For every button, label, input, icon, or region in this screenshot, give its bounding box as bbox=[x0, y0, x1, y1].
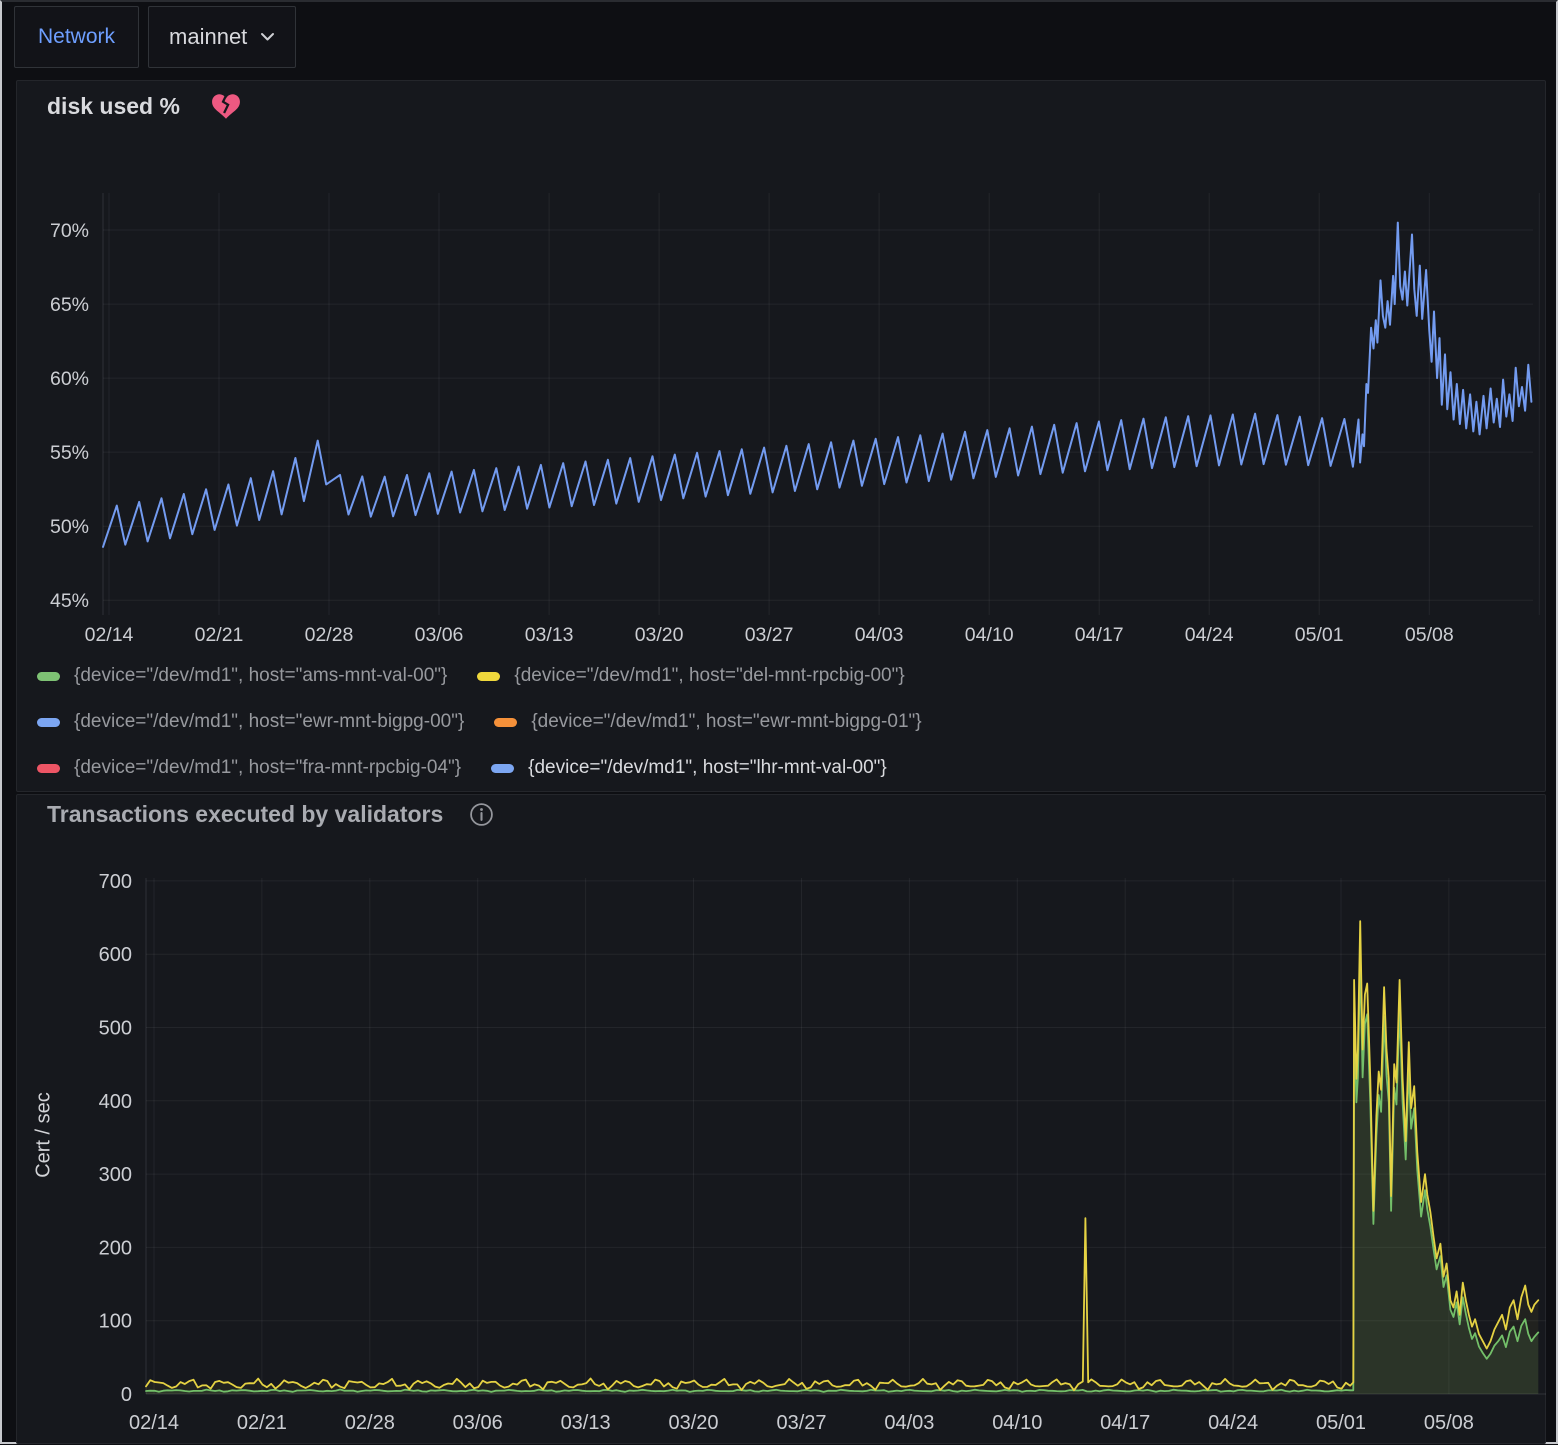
broken-heart-icon[interactable] bbox=[212, 93, 240, 120]
svg-text:03/06: 03/06 bbox=[453, 1412, 503, 1434]
legend-row: {device="/dev/md1", host="ams-mnt-val-00… bbox=[37, 653, 1535, 699]
disk-panel-header: disk used % bbox=[47, 93, 240, 120]
legend-item[interactable]: {device="/dev/md1", host="ewr-mnt-bigpg-… bbox=[37, 711, 464, 733]
network-variable-value-text: mainnet bbox=[169, 24, 247, 50]
tx-series-line-yellow bbox=[146, 921, 1538, 1390]
svg-text:04/24: 04/24 bbox=[1185, 624, 1234, 646]
tx-panel-title[interactable]: Transactions executed by validators bbox=[47, 801, 443, 828]
transactions-chart[interactable]: 0 100 200 300 400 500 600 700 02/14 02/21 02/28 03/… bbox=[17, 795, 1547, 1445]
network-variable-label-text: Network bbox=[38, 25, 115, 49]
legend-series-swatch[interactable] bbox=[477, 672, 500, 681]
network-variable-dropdown[interactable]: mainnet bbox=[148, 6, 296, 68]
svg-text:03/20: 03/20 bbox=[635, 624, 684, 646]
network-variable-label[interactable]: Network bbox=[14, 6, 139, 68]
svg-text:02/21: 02/21 bbox=[195, 624, 244, 646]
legend-item[interactable]: {device="/dev/md1", host="lhr-mnt-val-00… bbox=[491, 757, 887, 779]
svg-text:04/10: 04/10 bbox=[965, 624, 1014, 646]
dashboard-variables-bar: Network mainnet bbox=[14, 6, 296, 68]
svg-text:05/01: 05/01 bbox=[1316, 1412, 1366, 1434]
legend-series-swatch[interactable] bbox=[491, 764, 514, 773]
svg-text:04/03: 04/03 bbox=[855, 624, 904, 646]
legend-series-swatch[interactable] bbox=[37, 764, 60, 773]
tx-panel-header: Transactions executed by validators bbox=[47, 801, 494, 828]
legend-series-label: {device="/dev/md1", host="ewr-mnt-bigpg-… bbox=[74, 711, 464, 733]
legend-series-label: {device="/dev/md1", host="lhr-mnt-val-00… bbox=[528, 757, 887, 779]
svg-text:0: 0 bbox=[121, 1384, 132, 1406]
svg-text:04/24: 04/24 bbox=[1208, 1412, 1258, 1434]
panel-transactions: Transactions executed by validators 0 100… bbox=[16, 794, 1546, 1444]
svg-text:55%: 55% bbox=[50, 442, 89, 464]
svg-text:05/08: 05/08 bbox=[1405, 624, 1454, 646]
svg-text:50%: 50% bbox=[50, 516, 89, 538]
legend-series-swatch[interactable] bbox=[37, 718, 60, 727]
legend-row: {device="/dev/md1", host="fra-mnt-rpcbig… bbox=[37, 745, 1535, 791]
svg-text:600: 600 bbox=[99, 944, 132, 966]
svg-text:05/08: 05/08 bbox=[1424, 1412, 1474, 1434]
legend-series-label: {device="/dev/md1", host="del-mnt-rpcbig… bbox=[514, 665, 904, 687]
svg-text:03/13: 03/13 bbox=[561, 1412, 611, 1434]
svg-text:500: 500 bbox=[99, 1018, 132, 1040]
svg-text:02/28: 02/28 bbox=[345, 1412, 395, 1434]
svg-text:04/03: 04/03 bbox=[884, 1412, 934, 1434]
svg-text:02/14: 02/14 bbox=[129, 1412, 179, 1434]
svg-text:03/20: 03/20 bbox=[668, 1412, 718, 1434]
svg-text:02/28: 02/28 bbox=[305, 624, 354, 646]
svg-text:04/17: 04/17 bbox=[1075, 624, 1124, 646]
disk-chart-legend: {device="/dev/md1", host="ams-mnt-val-00… bbox=[37, 653, 1535, 791]
legend-series-swatch[interactable] bbox=[494, 718, 517, 727]
svg-text:02/21: 02/21 bbox=[237, 1412, 287, 1434]
tx-series-fill-yellow bbox=[146, 921, 1538, 1394]
disk-panel-title[interactable]: disk used % bbox=[47, 93, 180, 120]
svg-text:300: 300 bbox=[99, 1164, 132, 1186]
svg-text:100: 100 bbox=[99, 1311, 132, 1333]
tx-series-fill-green bbox=[146, 956, 1538, 1394]
legend-row: {device="/dev/md1", host="ewr-mnt-bigpg-… bbox=[37, 699, 1535, 745]
svg-text:700: 700 bbox=[99, 871, 132, 893]
svg-text:02/14: 02/14 bbox=[85, 624, 134, 646]
svg-text:400: 400 bbox=[99, 1091, 132, 1113]
panel-disk-used: disk used % 45% 50% 55% 60% 65% 70% 02/14 02/21… bbox=[16, 80, 1546, 792]
disk-used-chart[interactable]: 45% 50% 55% 60% 65% 70% 02/14 02/21 02/28 03/06 03… bbox=[17, 81, 1547, 666]
disk-used-series-line bbox=[103, 223, 1531, 547]
legend-item[interactable]: {device="/dev/md1", host="ewr-mnt-bigpg-… bbox=[494, 711, 921, 733]
info-icon[interactable] bbox=[469, 802, 494, 827]
svg-text:04/10: 04/10 bbox=[992, 1412, 1042, 1434]
legend-series-label: {device="/dev/md1", host="fra-mnt-rpcbig… bbox=[74, 757, 461, 779]
svg-text:60%: 60% bbox=[50, 368, 89, 390]
svg-text:70%: 70% bbox=[50, 220, 89, 242]
legend-series-label: {device="/dev/md1", host="ams-mnt-val-00… bbox=[74, 665, 447, 687]
tx-y-axis-title: Cert / sec bbox=[33, 1092, 56, 1178]
svg-text:04/17: 04/17 bbox=[1100, 1412, 1150, 1434]
legend-item[interactable]: {device="/dev/md1", host="fra-mnt-rpcbig… bbox=[37, 757, 461, 779]
legend-item[interactable]: {device="/dev/md1", host="ams-mnt-val-00… bbox=[37, 665, 447, 687]
svg-text:45%: 45% bbox=[50, 590, 89, 612]
chevron-down-icon bbox=[260, 32, 275, 42]
legend-item[interactable]: {device="/dev/md1", host="del-mnt-rpcbig… bbox=[477, 665, 904, 687]
svg-text:03/06: 03/06 bbox=[415, 624, 464, 646]
legend-series-label: {device="/dev/md1", host="ewr-mnt-bigpg-… bbox=[531, 711, 921, 733]
svg-text:03/27: 03/27 bbox=[776, 1412, 826, 1434]
legend-series-swatch[interactable] bbox=[37, 672, 60, 681]
svg-text:65%: 65% bbox=[50, 294, 89, 316]
svg-text:200: 200 bbox=[99, 1237, 132, 1259]
svg-text:03/13: 03/13 bbox=[525, 624, 574, 646]
svg-text:03/27: 03/27 bbox=[745, 624, 794, 646]
svg-text:05/01: 05/01 bbox=[1295, 624, 1344, 646]
